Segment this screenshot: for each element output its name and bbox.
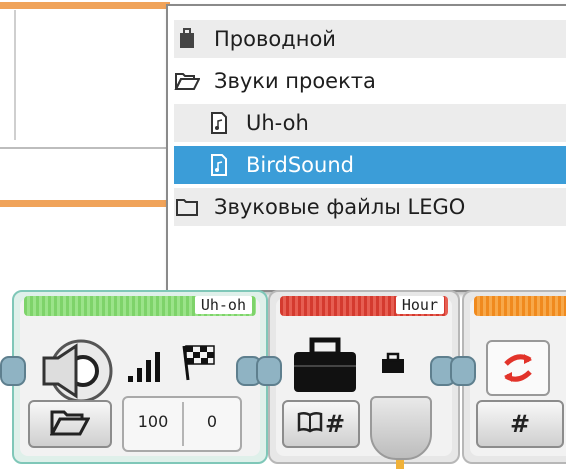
timer-block[interactable]: Hour #: [256, 290, 460, 464]
parameter-panel: 100 0: [122, 396, 242, 452]
book-icon: [297, 411, 323, 437]
menu-item-label: Звуковые файлы LEGO: [214, 195, 466, 219]
briefcase-icon: [290, 336, 360, 400]
math-block[interactable]: #: [450, 290, 566, 464]
small-briefcase-icon: [380, 352, 406, 378]
briefcase-icon: [174, 26, 200, 52]
hash-symbol: #: [509, 410, 531, 438]
swap-icon: [486, 340, 550, 396]
sequence-input-connector[interactable]: [256, 356, 282, 386]
output-plug[interactable]: [370, 396, 432, 460]
timer-block-title: Hour: [395, 296, 444, 314]
volume-value[interactable]: 100: [124, 412, 182, 431]
wait-value[interactable]: 0: [184, 412, 240, 431]
hash-symbol: #: [324, 410, 346, 438]
checkered-flag-icon: [178, 342, 218, 386]
menu-item-birdsound[interactable]: BirdSound: [174, 146, 566, 184]
menu-item-lego-sounds[interactable]: Звуковые файлы LEGO: [174, 188, 566, 226]
folder-open-icon: [49, 408, 91, 440]
sequence-wire: [0, 200, 170, 207]
mode-selector-button[interactable]: #: [476, 400, 564, 448]
mode-selector-button[interactable]: [28, 400, 112, 448]
folder-icon: [174, 194, 200, 220]
sound-file-icon: [206, 110, 232, 136]
math-block-header: [474, 296, 566, 316]
menu-item-uh-oh[interactable]: Uh-oh: [174, 104, 566, 142]
mode-selector-button[interactable]: #: [282, 400, 360, 448]
sound-block-title: Uh-oh: [194, 296, 252, 314]
sound-block[interactable]: Uh-oh 100 0: [0, 290, 268, 464]
data-wire: [396, 460, 404, 469]
menu-item-label: Проводной: [214, 27, 336, 51]
sound-file-dropdown: Проводной Звуки проекта Uh-oh BirdSound …: [166, 4, 566, 292]
sound-file-icon: [206, 152, 232, 178]
canvas-divider: [14, 10, 16, 140]
sequence-input-connector[interactable]: [450, 356, 476, 386]
volume-icon: [128, 350, 164, 388]
menu-item-label: Звуки проекта: [214, 69, 376, 93]
sequence-wire: [0, 2, 170, 9]
sequence-input-connector[interactable]: [0, 356, 26, 386]
canvas-divider: [0, 147, 170, 149]
menu-item-wired[interactable]: Проводной: [174, 20, 566, 58]
folder-open-icon: [174, 68, 200, 94]
menu-item-label: BirdSound: [246, 153, 354, 177]
menu-item-label: Uh-oh: [246, 111, 309, 135]
menu-item-project-sounds[interactable]: Звуки проекта: [174, 62, 566, 100]
